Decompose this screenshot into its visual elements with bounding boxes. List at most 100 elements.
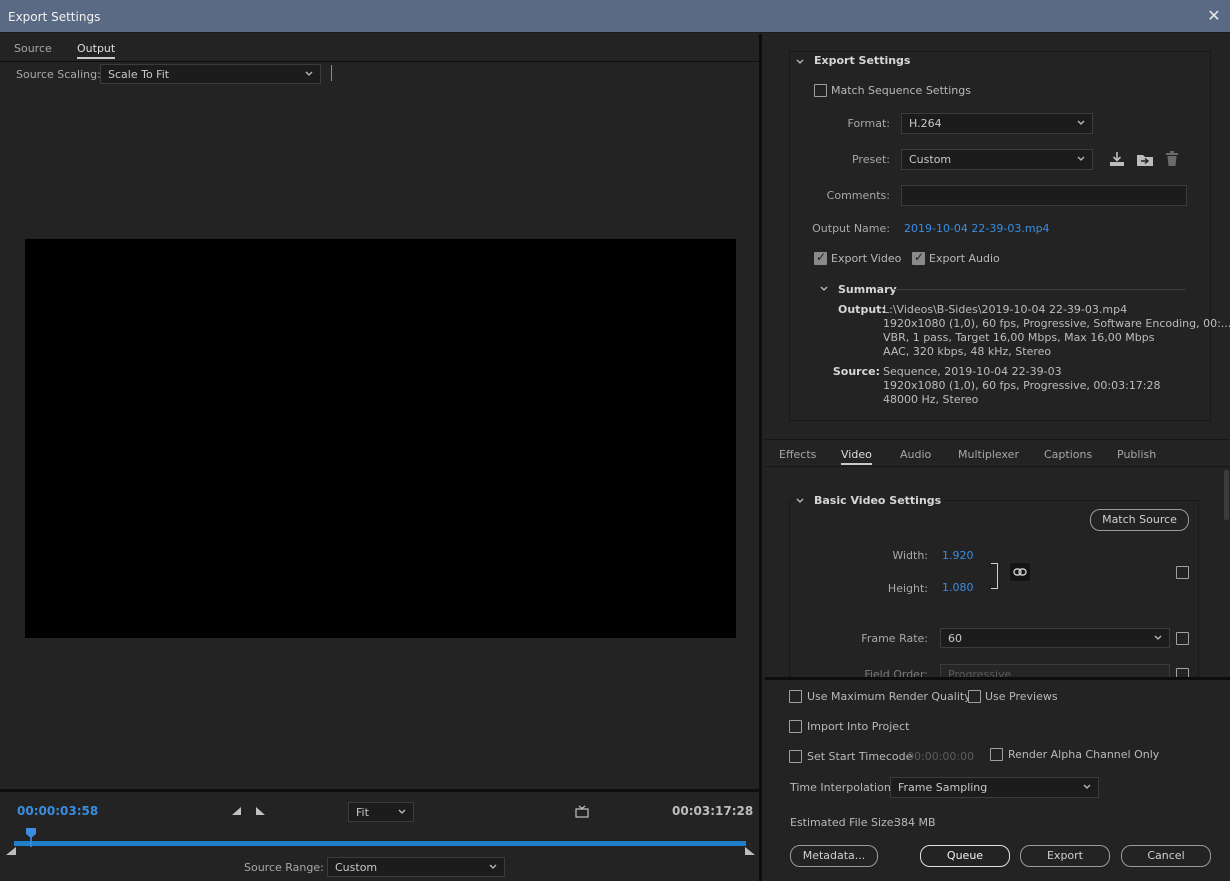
tab-publish[interactable]: Publish [1117, 448, 1156, 461]
export-video-label: Export Video [831, 252, 902, 265]
override-frame-rate-checkbox[interactable] [1176, 632, 1189, 645]
summary-source-line: Sequence, 2019-10-04 22-39-03 [883, 365, 1062, 378]
override-size-checkbox[interactable] [1176, 566, 1189, 579]
settings-panel: Export Settings Match Sequence Settings … [765, 34, 1230, 881]
comments-input[interactable] [901, 185, 1187, 206]
tab-effects[interactable]: Effects [779, 448, 816, 461]
output-name-label: Output Name: [812, 222, 890, 235]
file-size-label: Estimated File Size: [790, 816, 898, 829]
end-timecode: 00:03:17:28 [672, 804, 754, 818]
width-value[interactable]: 1.920 [942, 549, 974, 562]
frame-rate-select[interactable]: 60 [940, 628, 1170, 648]
current-timecode[interactable]: 00:00:03:58 [17, 804, 98, 818]
comments-label: Comments: [826, 189, 890, 202]
summary-source: Sequence, 2019-10-04 22-39-03 1920x1080 … [883, 365, 1161, 407]
in-point-handle-icon[interactable] [5, 844, 17, 856]
frame-rate-value: 60 [948, 632, 962, 645]
preset-value: Custom [909, 153, 952, 166]
collapse-chevron-icon[interactable] [795, 57, 805, 67]
source-scaling-select[interactable]: Scale To Fit [100, 64, 321, 84]
tab-video[interactable]: Video [841, 448, 872, 465]
scrollbar-thumb[interactable] [1224, 470, 1229, 520]
preset-select[interactable]: Custom [901, 149, 1093, 170]
import-into-project-checkbox[interactable] [789, 720, 802, 733]
use-previews-checkbox[interactable] [968, 690, 981, 703]
tab-multiplexer[interactable]: Multiplexer [958, 448, 1019, 461]
tab-output[interactable]: Output [77, 42, 116, 59]
chevron-down-icon [489, 864, 497, 869]
source-range-label: Source Range: [244, 861, 324, 874]
height-value[interactable]: 1.080 [942, 581, 974, 594]
chevron-down-icon [1077, 120, 1085, 125]
export-settings-section: Export Settings Match Sequence Settings … [789, 51, 1230, 421]
source-output-tabs: Source Output [0, 34, 759, 62]
source-range-select[interactable]: Custom [327, 857, 505, 877]
match-sequence-checkbox[interactable] [814, 84, 827, 97]
export-audio-checkbox[interactable] [912, 250, 925, 265]
time-interpolation-select[interactable]: Frame Sampling [890, 777, 1099, 798]
window-title: Export Settings [8, 10, 101, 24]
constrain-proportions-button[interactable] [1010, 563, 1030, 581]
chain-link-icon [1013, 568, 1027, 576]
format-value: H.264 [909, 117, 942, 130]
start-timecode-field[interactable]: 00:00:00:00 [907, 750, 974, 763]
zoom-value: Fit [356, 806, 369, 819]
link-bracket [991, 563, 998, 589]
toolbar-separator [331, 65, 332, 81]
delete-preset-icon[interactable] [1164, 150, 1180, 167]
match-sequence-label: Match Sequence Settings [831, 84, 971, 97]
export-audio-label: Export Audio [929, 252, 1000, 265]
export-button[interactable]: Export [1020, 845, 1110, 867]
chevron-down-icon [398, 809, 406, 814]
metadata-button[interactable]: Metadata... [790, 845, 878, 867]
set-out-point-icon[interactable] [254, 806, 266, 816]
source-scaling-label: Source Scaling: [16, 68, 101, 81]
set-start-timecode-checkbox[interactable] [789, 750, 802, 763]
summary-output-line: 1920x1080 (1,0), 60 fps, Progressive, So… [883, 317, 1230, 330]
time-interpolation-value: Frame Sampling [898, 781, 988, 794]
playhead-icon[interactable] [25, 827, 37, 847]
collapse-chevron-icon[interactable] [819, 284, 829, 294]
summary-divider [894, 289, 1186, 290]
summary-title: Summary [838, 283, 897, 296]
close-icon[interactable]: ✕ [1204, 6, 1224, 26]
zoom-select[interactable]: Fit [348, 802, 414, 822]
aspect-ratio-icon[interactable] [574, 805, 590, 819]
timeline-track[interactable] [14, 841, 746, 846]
export-settings-title: Export Settings [814, 54, 911, 67]
source-range-value: Custom [335, 861, 378, 874]
summary-output: L:\Videos\B-Sides\2019-10-04 22-39-03.mp… [883, 303, 1230, 359]
video-preview [25, 239, 736, 638]
override-field-order-checkbox[interactable] [1176, 668, 1189, 677]
field-order-select[interactable]: Progressive [940, 664, 1170, 677]
height-label: Height: [887, 582, 928, 595]
render-alpha-checkbox[interactable] [990, 748, 1003, 761]
cancel-button[interactable]: Cancel [1121, 845, 1211, 867]
output-name-link[interactable]: 2019-10-04 22-39-03.mp4 [904, 222, 1050, 235]
save-preset-icon[interactable] [1108, 151, 1126, 167]
summary-source-line: 1920x1080 (1,0), 60 fps, Progressive, 00… [883, 379, 1161, 392]
match-source-button[interactable]: Match Source [1090, 509, 1189, 531]
timeline-bar: 00:00:03:58 Fit 00:03:17:28 Source Range… [0, 789, 759, 881]
tab-audio[interactable]: Audio [900, 448, 931, 461]
tab-captions[interactable]: Captions [1044, 448, 1092, 461]
use-previews-label: Use Previews [985, 690, 1058, 703]
export-video-checkbox[interactable] [814, 250, 827, 265]
import-preset-icon[interactable] [1135, 151, 1155, 167]
max-render-quality-checkbox[interactable] [789, 690, 802, 703]
chevron-down-icon [1083, 784, 1091, 789]
queue-button[interactable]: Queue [920, 845, 1010, 867]
format-select[interactable]: H.264 [901, 113, 1093, 134]
summary-output-line: VBR, 1 pass, Target 16,00 Mbps, Max 16,0… [883, 331, 1155, 344]
chevron-down-icon [1077, 156, 1085, 161]
width-label: Width: [892, 549, 928, 562]
set-start-timecode-label: Set Start Timecode [807, 750, 913, 763]
summary-source-label: Source: [832, 365, 880, 378]
out-point-handle-icon[interactable] [744, 844, 756, 856]
basic-video-section: Basic Video Settings Match Source Width:… [789, 494, 1199, 677]
tab-source[interactable]: Source [14, 42, 52, 55]
set-in-point-icon[interactable] [231, 806, 243, 816]
import-into-project-label: Import Into Project [807, 720, 910, 733]
collapse-chevron-icon[interactable] [795, 496, 805, 506]
time-interpolation-label: Time Interpolation: [790, 781, 895, 794]
